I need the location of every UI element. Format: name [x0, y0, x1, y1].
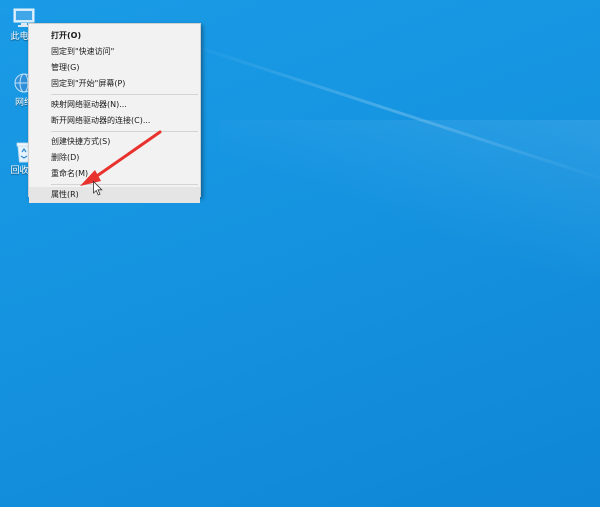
menu-item[interactable]: 固定到"开始"屏幕(P)	[29, 76, 200, 92]
mouse-cursor-icon	[93, 181, 103, 196]
menu-item[interactable]: 打开(O)	[29, 28, 200, 44]
menu-item[interactable]: 断开网络驱动器的连接(C)...	[29, 113, 200, 129]
wallpaper-light-glow	[220, 120, 600, 280]
menu-item[interactable]: 删除(D)	[29, 150, 200, 166]
menu-item[interactable]: 管理(G)	[29, 60, 200, 76]
menu-item[interactable]: 重命名(M)	[29, 166, 200, 182]
desktop-background[interactable]: 此电脑 网络 回收站 打开(O) 固定到"快速访问" 管理(G) 固定到"开始"屏幕(…	[0, 0, 600, 507]
context-menu: 打开(O) 固定到"快速访问" 管理(G) 固定到"开始"屏幕(P) 映射网络驱动器(N…	[28, 23, 201, 203]
wallpaper-light-ray	[179, 40, 600, 186]
menu-item[interactable]: 映射网络驱动器(N)...	[29, 97, 200, 113]
menu-separator	[51, 131, 198, 132]
menu-item[interactable]: 固定到"快速访问"	[29, 44, 200, 60]
menu-item[interactable]: 属性(R)	[29, 187, 200, 203]
menu-separator	[51, 184, 198, 185]
menu-separator	[51, 94, 198, 95]
menu-item[interactable]: 创建快捷方式(S)	[29, 134, 200, 150]
